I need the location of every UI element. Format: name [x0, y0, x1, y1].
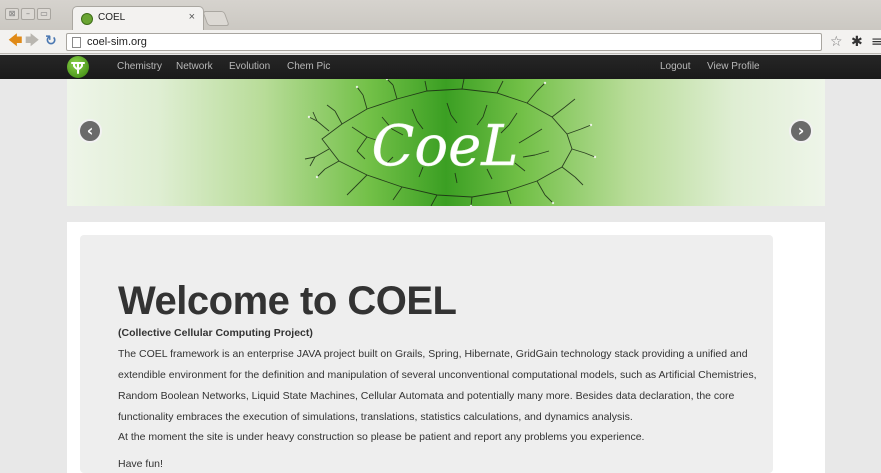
nav-link-view-profile[interactable]: View Profile: [707, 61, 760, 72]
close-window-button[interactable]: ⊠: [5, 8, 19, 20]
url-text[interactable]: coel-sim.org: [87, 36, 147, 48]
nav-link-chemistry[interactable]: Chemistry: [117, 61, 162, 72]
browser-toolbar: 🡄 🡆 ↻ coel-sim.org ☆ ✱ ≡: [0, 30, 881, 54]
page-title: Welcome to COEL: [118, 279, 457, 323]
nav-link-network[interactable]: Network: [176, 61, 213, 72]
coel-network-illustration: CoeL: [304, 79, 597, 206]
have-fun-text: Have fun!: [118, 458, 163, 470]
window-controls: ⊠ – ▭: [5, 8, 51, 20]
carousel-prev-button[interactable]: ‹: [78, 119, 102, 143]
banner-logo-text: CoeL: [372, 114, 519, 179]
tab-title: COEL: [98, 12, 126, 23]
back-arrow-icon[interactable]: 🡄: [8, 32, 22, 50]
tab-close-icon[interactable]: ×: [189, 11, 195, 23]
site-navbar: Chemistry Network Evolution Chem Pic Log…: [0, 55, 881, 79]
forward-arrow-icon[interactable]: 🡆: [25, 32, 39, 50]
nav-link-logout[interactable]: Logout: [660, 61, 691, 72]
reload-icon[interactable]: ↻: [45, 32, 57, 50]
coel-favicon-icon: [81, 13, 93, 25]
main-content: Welcome to COEL (Collective Cellular Com…: [67, 222, 825, 473]
page-icon: [72, 37, 81, 48]
coel-logo-icon[interactable]: [67, 56, 89, 78]
settings-gear-icon[interactable]: ✱: [851, 33, 863, 51]
banner-carousel: CoeL ‹ ›: [67, 79, 825, 206]
browser-tab[interactable]: COEL ×: [72, 6, 204, 30]
page-subtitle: (Collective Cellular Computing Project): [118, 327, 313, 339]
intro-paragraph: The COEL framework is an enterprise JAVA…: [118, 348, 757, 423]
menu-icon[interactable]: ≡: [871, 33, 881, 51]
nav-link-chem-pic[interactable]: Chem Pic: [287, 61, 330, 72]
construction-notice: At the moment the site is under heavy co…: [118, 431, 645, 443]
bookmark-star-icon[interactable]: ☆: [830, 33, 843, 51]
hero-unit: Welcome to COEL (Collective Cellular Com…: [80, 235, 773, 473]
browser-titlebar: ⊠ – ▭ COEL ×: [0, 0, 881, 30]
carousel-next-button[interactable]: ›: [789, 119, 813, 143]
minimize-window-button[interactable]: –: [21, 8, 35, 20]
new-tab-button[interactable]: [202, 11, 230, 26]
maximize-window-button[interactable]: ▭: [37, 8, 51, 20]
nav-link-evolution[interactable]: Evolution: [229, 61, 270, 72]
address-bar[interactable]: coel-sim.org: [66, 33, 822, 51]
